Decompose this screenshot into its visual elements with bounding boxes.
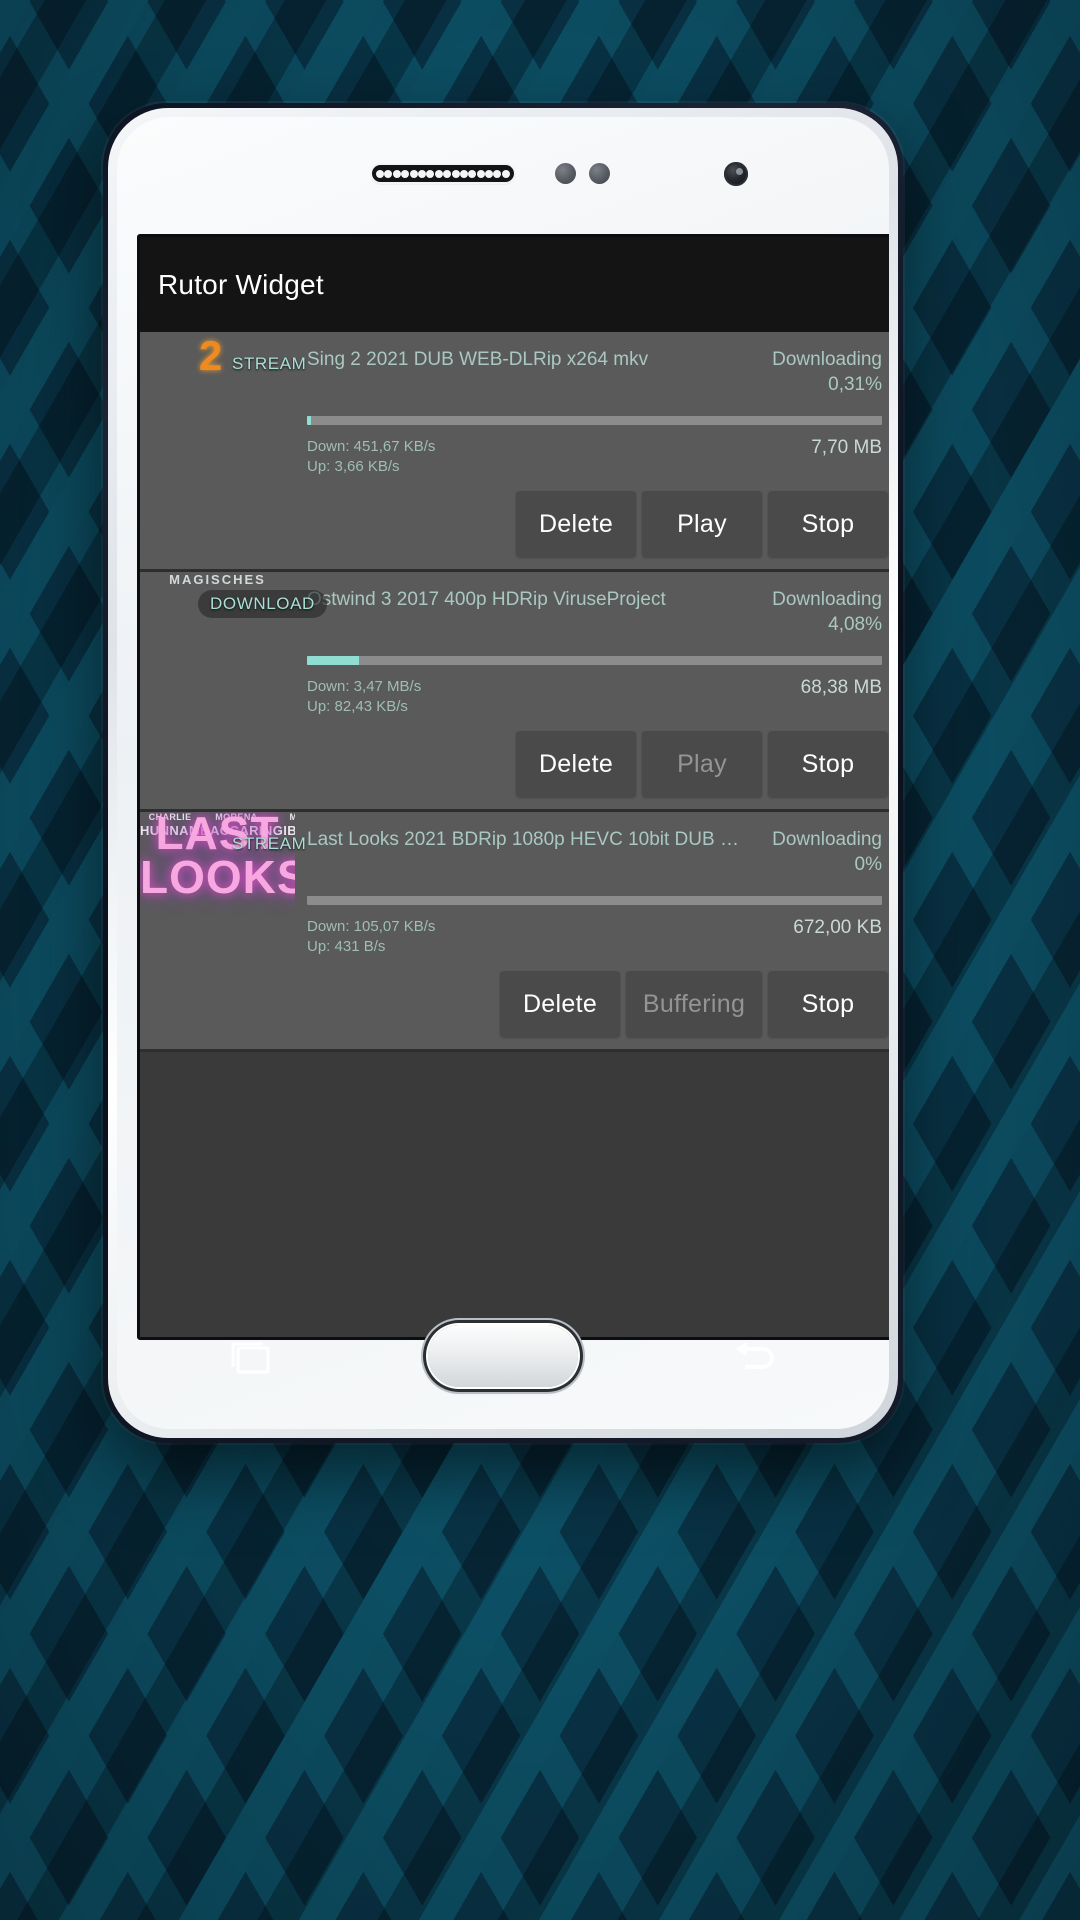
torrent-stats-row: Down: 451,67 KB/s Up: 3,66 KB/s 7,70 MB (295, 425, 889, 477)
light-sensor-icon (589, 163, 610, 184)
delete-button[interactable]: Delete (516, 731, 636, 797)
home-button[interactable] (428, 1325, 578, 1387)
stop-button[interactable]: Stop (768, 491, 888, 557)
progress-bar (307, 896, 882, 905)
progress-bar-fill (307, 416, 311, 425)
speaker-grille-icon (372, 165, 514, 182)
stop-button[interactable]: Stop (768, 971, 888, 1037)
torrent-stats-row: Down: 3,47 MB/s Up: 82,43 KB/s 68,38 MB (295, 665, 889, 717)
torrent-percent: 0,31% (828, 374, 882, 395)
torrent-size: 7,70 MB (811, 437, 882, 458)
phone-top-hardware (117, 155, 889, 195)
app-title: Rutor Widget (158, 268, 324, 300)
torrent-card-body: Ostwind 3 2017 400p HDRip ViruseProject … (295, 572, 889, 809)
poster-title: LAST LOOKS (140, 812, 295, 903)
torrent-card-body: Last Looks 2021 BDRip 1080p HEVC 10bit D… (295, 812, 889, 1049)
phone-screen: Rutor Widget ЗВЕРОПОЙ 2 STREAM (140, 237, 889, 1337)
download-speed: Down: 105,07 KB/s (307, 918, 436, 935)
torrent-status-block: Downloading 0,31% (772, 348, 882, 398)
progress-bar (307, 416, 882, 425)
recents-key-icon[interactable] (225, 1339, 279, 1379)
torrent-actions: Delete Play Stop (295, 491, 889, 557)
progress-bar-fill (307, 656, 359, 665)
download-speed: Down: 3,47 MB/s (307, 678, 422, 695)
phone-front-face: Rutor Widget ЗВЕРОПОЙ 2 STREAM (117, 117, 889, 1429)
torrent-speeds: Down: 105,07 KB/s Up: 431 B/s (307, 917, 435, 957)
torrent-name: Sing 2 2021 DUB WEB-DLRip x264 mkv (307, 349, 649, 370)
buffering-button: Buffering (626, 971, 762, 1037)
app-bar: Rutor Widget (140, 237, 889, 332)
torrent-percent: 0% (854, 854, 882, 875)
torrent-speeds: Down: 3,47 MB/s Up: 82,43 KB/s (307, 677, 421, 717)
torrent-speeds: Down: 451,67 KB/s Up: 3,66 KB/s (307, 437, 435, 477)
front-camera-icon (724, 162, 748, 186)
proximity-sensor-icon (555, 163, 576, 184)
upload-speed: Up: 82,43 KB/s (307, 698, 408, 715)
delete-button[interactable]: Delete (500, 971, 620, 1037)
play-button: Play (642, 731, 762, 797)
upload-speed: Up: 431 B/s (307, 938, 386, 955)
stream-badge: STREAM (232, 354, 307, 373)
torrent-name: Ostwind 3 2017 400p HDRip ViruseProject (307, 589, 666, 610)
torrent-size: 68,38 MB (800, 677, 882, 698)
stream-badge: STREAM (232, 834, 307, 853)
phone-device: Rutor Widget ЗВЕРОПОЙ 2 STREAM (103, 103, 903, 1443)
torrent-status-block: Downloading 0% (772, 828, 882, 878)
play-button[interactable]: Play (642, 491, 762, 557)
torrent-size: 672,00 KB (793, 917, 882, 938)
poster-logo-word: MAGISCHES (169, 572, 266, 587)
torrent-status: Downloading (772, 349, 882, 370)
poster-logo-number: 2 (198, 332, 223, 379)
phone-body: Rutor Widget ЗВЕРОПОЙ 2 STREAM (108, 108, 898, 1438)
stop-button[interactable]: Stop (768, 731, 888, 797)
torrent-title-row: Ostwind 3 2017 400p HDRip ViruseProject … (295, 572, 889, 638)
torrent-status: Downloading (772, 589, 882, 610)
torrent-actions: Delete Play Stop (295, 731, 889, 797)
torrent-card-body: Sing 2 2021 DUB WEB-DLRip x264 mkv Downl… (295, 332, 889, 569)
download-badge: DOWNLOAD (198, 590, 327, 618)
torrent-actions: Delete Buffering Stop (295, 971, 889, 1037)
download-speed: Down: 451,67 KB/s (307, 438, 436, 455)
torrent-name: Last Looks 2021 BDRip 1080p HEVC 10bit D… (307, 829, 747, 850)
torrent-status: Downloading (772, 829, 882, 850)
torrent-status-block: Downloading 4,08% (772, 588, 882, 638)
phone-bottom-hardware (117, 1309, 889, 1429)
torrent-stats-row: Down: 105,07 KB/s Up: 431 B/s 672,00 KB (295, 905, 889, 957)
poster-title-line-2: LOOKS (140, 850, 295, 903)
torrent-card[interactable]: ЗВЕРОПОЙ 2 STREAM Sing 2 2021 DUB WEB-DL… (140, 332, 889, 572)
upload-speed: Up: 3,66 KB/s (307, 458, 400, 475)
progress-bar (307, 656, 882, 665)
torrent-title-row: Sing 2 2021 DUB WEB-DLRip x264 mkv Downl… (295, 332, 889, 398)
torrent-list[interactable]: ЗВЕРОПОЙ 2 STREAM Sing 2 2021 DUB WEB-DL… (140, 332, 889, 1052)
delete-button[interactable]: Delete (516, 491, 636, 557)
torrent-card[interactable]: MAGISCHES DOWNLOAD Ostwind 3 2017 400p H… (140, 572, 889, 812)
torrent-title-row: Last Looks 2021 BDRip 1080p HEVC 10bit D… (295, 812, 889, 878)
torrent-percent: 4,08% (828, 614, 882, 635)
back-key-icon[interactable] (727, 1339, 781, 1379)
torrent-card[interactable]: CHARLIE HUNNAM MORENA BACCARIN MEL (140, 812, 889, 1052)
